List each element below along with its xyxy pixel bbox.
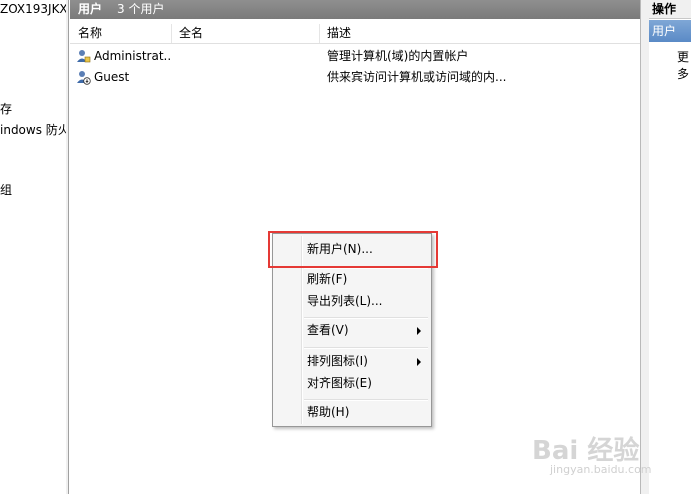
- baidu-watermark-logo: Bai 经验: [532, 436, 640, 466]
- menu-item-export-list[interactable]: 导出列表(L)...: [275, 291, 429, 312]
- column-description[interactable]: 描述: [319, 24, 639, 43]
- tree-item-storage[interactable]: 存: [0, 100, 12, 117]
- actions-section-users[interactable]: 用户: [649, 20, 691, 42]
- submenu-arrow-icon: [417, 327, 421, 335]
- menu-item-help[interactable]: 帮助(H): [275, 402, 429, 423]
- tree-item-windows-firewall[interactable]: indows 防火: [0, 121, 66, 138]
- user-name: Guest: [94, 70, 130, 84]
- menu-item-line-up-icons[interactable]: 对齐图标(E): [275, 373, 429, 394]
- user-count: 3 个用户: [117, 2, 165, 16]
- navigation-tree: ZOX193JKX 存 indows 防火 组: [0, 0, 66, 494]
- column-name[interactable]: 名称: [70, 24, 172, 43]
- column-fullname[interactable]: 全名: [171, 24, 320, 43]
- list-header-bar: 用户 3 个用户: [70, 0, 640, 19]
- user-description: 供来宾访问计算机或访问域的内...: [327, 70, 507, 84]
- actions-pane: 操作 用户 更多: [649, 0, 691, 494]
- pane-splitter[interactable]: [66, 0, 69, 494]
- table-row[interactable]: Administrat... 管理计算机(域)的内置帐户: [70, 46, 640, 66]
- tree-item-computer[interactable]: ZOX193JKX: [0, 2, 66, 16]
- watermark-url: jingyan.baidu.com: [550, 463, 652, 476]
- list-title: 用户: [78, 2, 103, 16]
- column-headers: 名称 全名 描述: [70, 24, 640, 44]
- submenu-arrow-icon: [417, 358, 421, 366]
- menu-separator: [304, 399, 428, 401]
- user-description: 管理计算机(域)的内置帐户: [327, 49, 469, 63]
- menu-separator: [304, 347, 428, 349]
- menu-separator: [304, 317, 428, 319]
- more-actions-link[interactable]: 更多: [677, 48, 691, 82]
- user-icon: [77, 50, 91, 63]
- actions-title: 操作: [649, 0, 691, 19]
- annotation-highlight-box: [268, 231, 438, 268]
- menu-item-arrange-icons[interactable]: 排列图标(I): [275, 351, 429, 372]
- menu-item-refresh[interactable]: 刷新(F): [275, 269, 429, 290]
- table-row[interactable]: Guest 供来宾访问计算机或访问域的内...: [70, 67, 640, 87]
- disabled-user-icon: [77, 71, 91, 85]
- menu-item-view[interactable]: 查看(V): [275, 320, 429, 341]
- user-name: Administrat...: [94, 49, 170, 63]
- tree-item-groups[interactable]: 组: [0, 181, 12, 198]
